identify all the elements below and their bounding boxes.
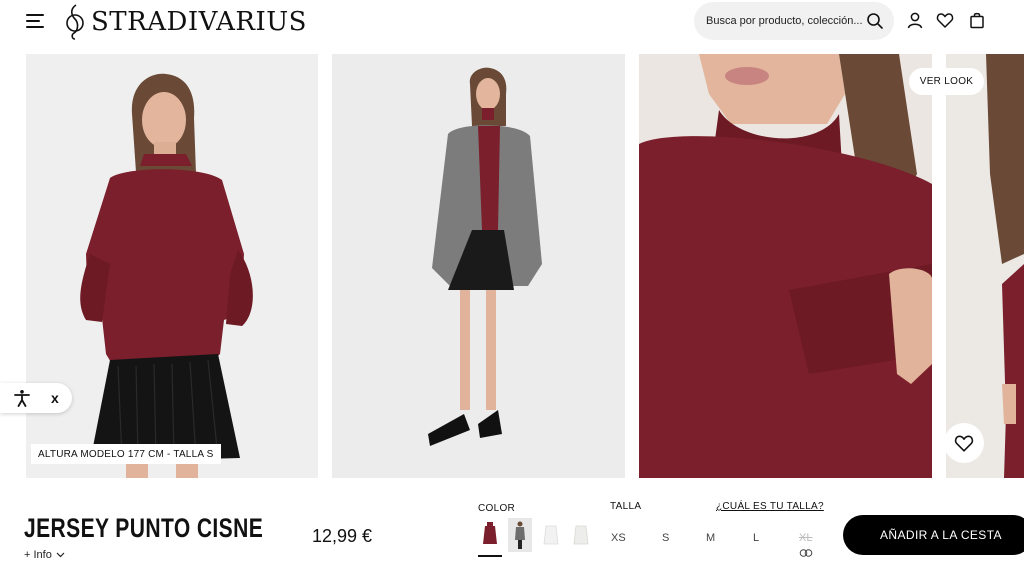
shopping-bag-icon[interactable] <box>968 11 986 29</box>
size-option-xl[interactable]: XL <box>799 532 812 544</box>
accessibility-icon[interactable] <box>13 389 31 407</box>
header: STRADIVARIUS <box>0 0 1024 46</box>
accessibility-widget[interactable]: x <box>0 383 72 413</box>
product-info-toggle[interactable]: + Info <box>24 549 65 561</box>
brand-name: STRADIVARIUS <box>91 7 307 37</box>
model-front-image <box>26 54 318 478</box>
chevron-down-icon <box>56 552 65 558</box>
treble-clef-logo-icon <box>66 4 84 40</box>
color-swatch-look[interactable] <box>508 518 532 552</box>
swatch-blanco-image <box>539 518 563 552</box>
heart-icon <box>954 435 974 452</box>
color-swatch-burdeos[interactable] <box>478 518 502 552</box>
brand-logo[interactable]: STRADIVARIUS <box>64 2 307 42</box>
size-option-m[interactable]: M <box>706 532 715 544</box>
user-icon[interactable] <box>906 11 924 29</box>
add-to-cart-button[interactable]: AÑADIR A LA CESTA <box>843 515 1024 555</box>
swatch-crudo-image <box>569 518 593 552</box>
ver-look-button[interactable]: VER LOOK <box>909 68 984 95</box>
search-input[interactable] <box>706 15 862 27</box>
size-option-s[interactable]: S <box>662 532 669 544</box>
product-gallery[interactable] <box>0 54 1024 478</box>
size-option-xs[interactable]: XS <box>611 532 626 544</box>
product-title: JERSEY PUNTO CISNE <box>24 513 264 543</box>
product-photo-back[interactable] <box>946 54 1024 478</box>
model-look-image <box>332 54 625 478</box>
product-photo-look[interactable] <box>332 54 625 478</box>
accessibility-close-button[interactable]: x <box>51 389 59 407</box>
model-detail-image <box>639 54 932 478</box>
color-swatch-blanco[interactable] <box>539 518 563 552</box>
search-bar[interactable] <box>694 2 894 40</box>
product-price: 12,99 € <box>312 526 373 546</box>
model-info-tag: ALTURA MODELO 177 CM - TALLA S <box>31 444 221 464</box>
model-back-image <box>946 54 1024 478</box>
product-info-label: + Info <box>24 549 52 561</box>
selected-color-indicator <box>478 555 502 557</box>
search-icon[interactable] <box>866 12 884 30</box>
size-label: TALLA <box>610 501 642 512</box>
add-to-wishlist-button[interactable] <box>944 423 984 463</box>
color-label: COLOR <box>478 503 516 514</box>
size-option-l[interactable]: L <box>753 532 759 544</box>
size-guide-link[interactable]: ¿CUÁL ES TU TALLA? <box>716 501 824 512</box>
color-swatch-crudo[interactable] <box>569 518 593 552</box>
heart-icon[interactable] <box>936 11 954 29</box>
product-photo-front[interactable] <box>26 54 318 478</box>
menu-icon[interactable] <box>26 13 46 29</box>
swatch-look-image <box>508 518 532 552</box>
product-photo-detail[interactable] <box>639 54 932 478</box>
stock-alert-icon[interactable] <box>799 548 813 558</box>
swatch-burdeos-image <box>478 518 502 552</box>
